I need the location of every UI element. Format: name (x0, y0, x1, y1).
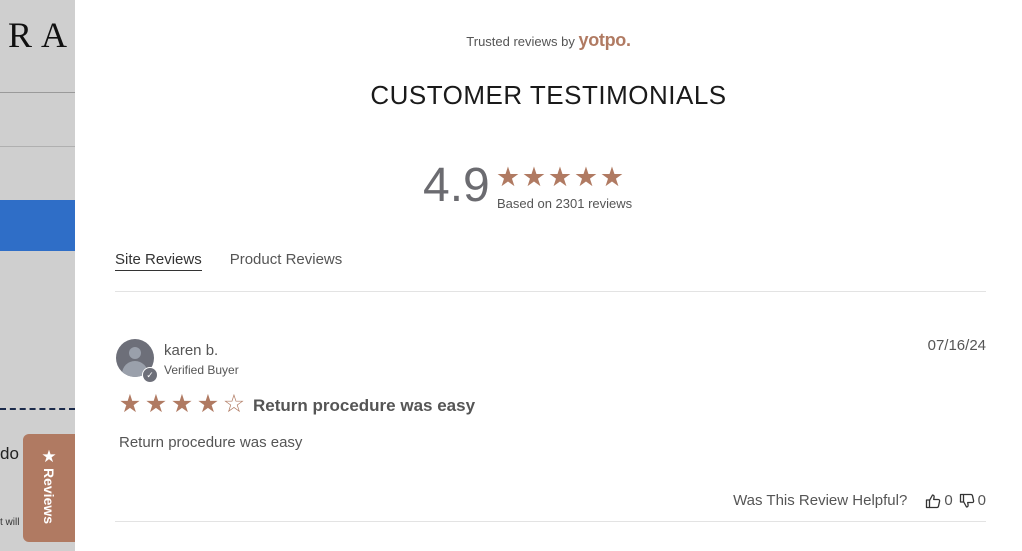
reviewer-name: karen b. (164, 342, 219, 359)
star-icon: ★ (144, 390, 168, 418)
review-tabs: Site Reviews Product Reviews (115, 251, 342, 271)
reviews-tab-label: Reviews (41, 468, 57, 525)
tab-product-reviews[interactable]: Product Reviews (230, 251, 343, 271)
average-score: 4.9 (423, 159, 490, 212)
star-icon: ★ (521, 162, 547, 192)
thumbs-up-icon (926, 493, 941, 508)
star-icon: ★ (495, 162, 521, 192)
background-small-text: t will (0, 517, 20, 528)
summary-star-rating: ★ ★ ★ ★ ★ (495, 162, 625, 192)
review-divider (115, 521, 986, 522)
review-star-rating: ★ ★ ★ ★ ☆ (117, 391, 247, 417)
page-title: CUSTOMER TESTIMONIALS (370, 80, 727, 110)
tabs-divider (115, 291, 986, 292)
review-item: ✓ karen b. Verified Buyer 07/16/24 ★ ★ ★… (115, 330, 986, 522)
thumbs-up-button[interactable]: 0 (925, 492, 953, 509)
verified-buyer-label: Verified Buyer (164, 363, 239, 377)
thumbs-down-icon (959, 493, 974, 508)
tab-site-reviews[interactable]: Site Reviews (115, 251, 202, 271)
upvote-count: 0 (944, 492, 953, 509)
avatar-head (129, 347, 141, 359)
yotpo-logo[interactable]: yotpo. (579, 30, 632, 50)
star-icon: ★ (41, 447, 57, 466)
review-body: Return procedure was easy (119, 434, 303, 451)
star-icon: ★ (573, 162, 599, 192)
reviews-panel: Trusted reviews by yotpo. CUSTOMER TESTI… (75, 0, 1022, 551)
review-count: Based on 2301 reviews (497, 196, 633, 211)
background-blue-bar (0, 200, 75, 251)
review-title: Return procedure was easy (253, 396, 476, 415)
star-icon: ★ (170, 390, 194, 418)
star-icon: ★ (599, 162, 625, 192)
background-divider (0, 92, 75, 93)
reviews-side-tab[interactable]: ★ Reviews (23, 434, 75, 542)
helpful-question: Was This Review Helpful? (733, 492, 908, 509)
empty-star-icon: ☆ (222, 390, 246, 418)
star-icon: ★ (196, 390, 220, 418)
background-brand-logo: RA (8, 15, 77, 55)
trusted-reviews-line: Trusted reviews by yotpo. (75, 30, 1022, 51)
background-dashed-divider (0, 408, 75, 410)
verified-check-icon: ✓ (142, 367, 158, 383)
thumbs-down-button[interactable]: 0 (959, 492, 986, 509)
background-divider (0, 146, 75, 147)
helpful-votes: Was This Review Helpful? 0 0 (733, 492, 986, 509)
star-icon: ★ (118, 390, 142, 418)
background-text: do (0, 444, 19, 463)
trusted-prefix: Trusted reviews by (466, 34, 575, 49)
review-date: 07/16/24 (927, 337, 986, 354)
star-icon: ★ (547, 162, 573, 192)
downvote-count: 0 (977, 492, 986, 509)
